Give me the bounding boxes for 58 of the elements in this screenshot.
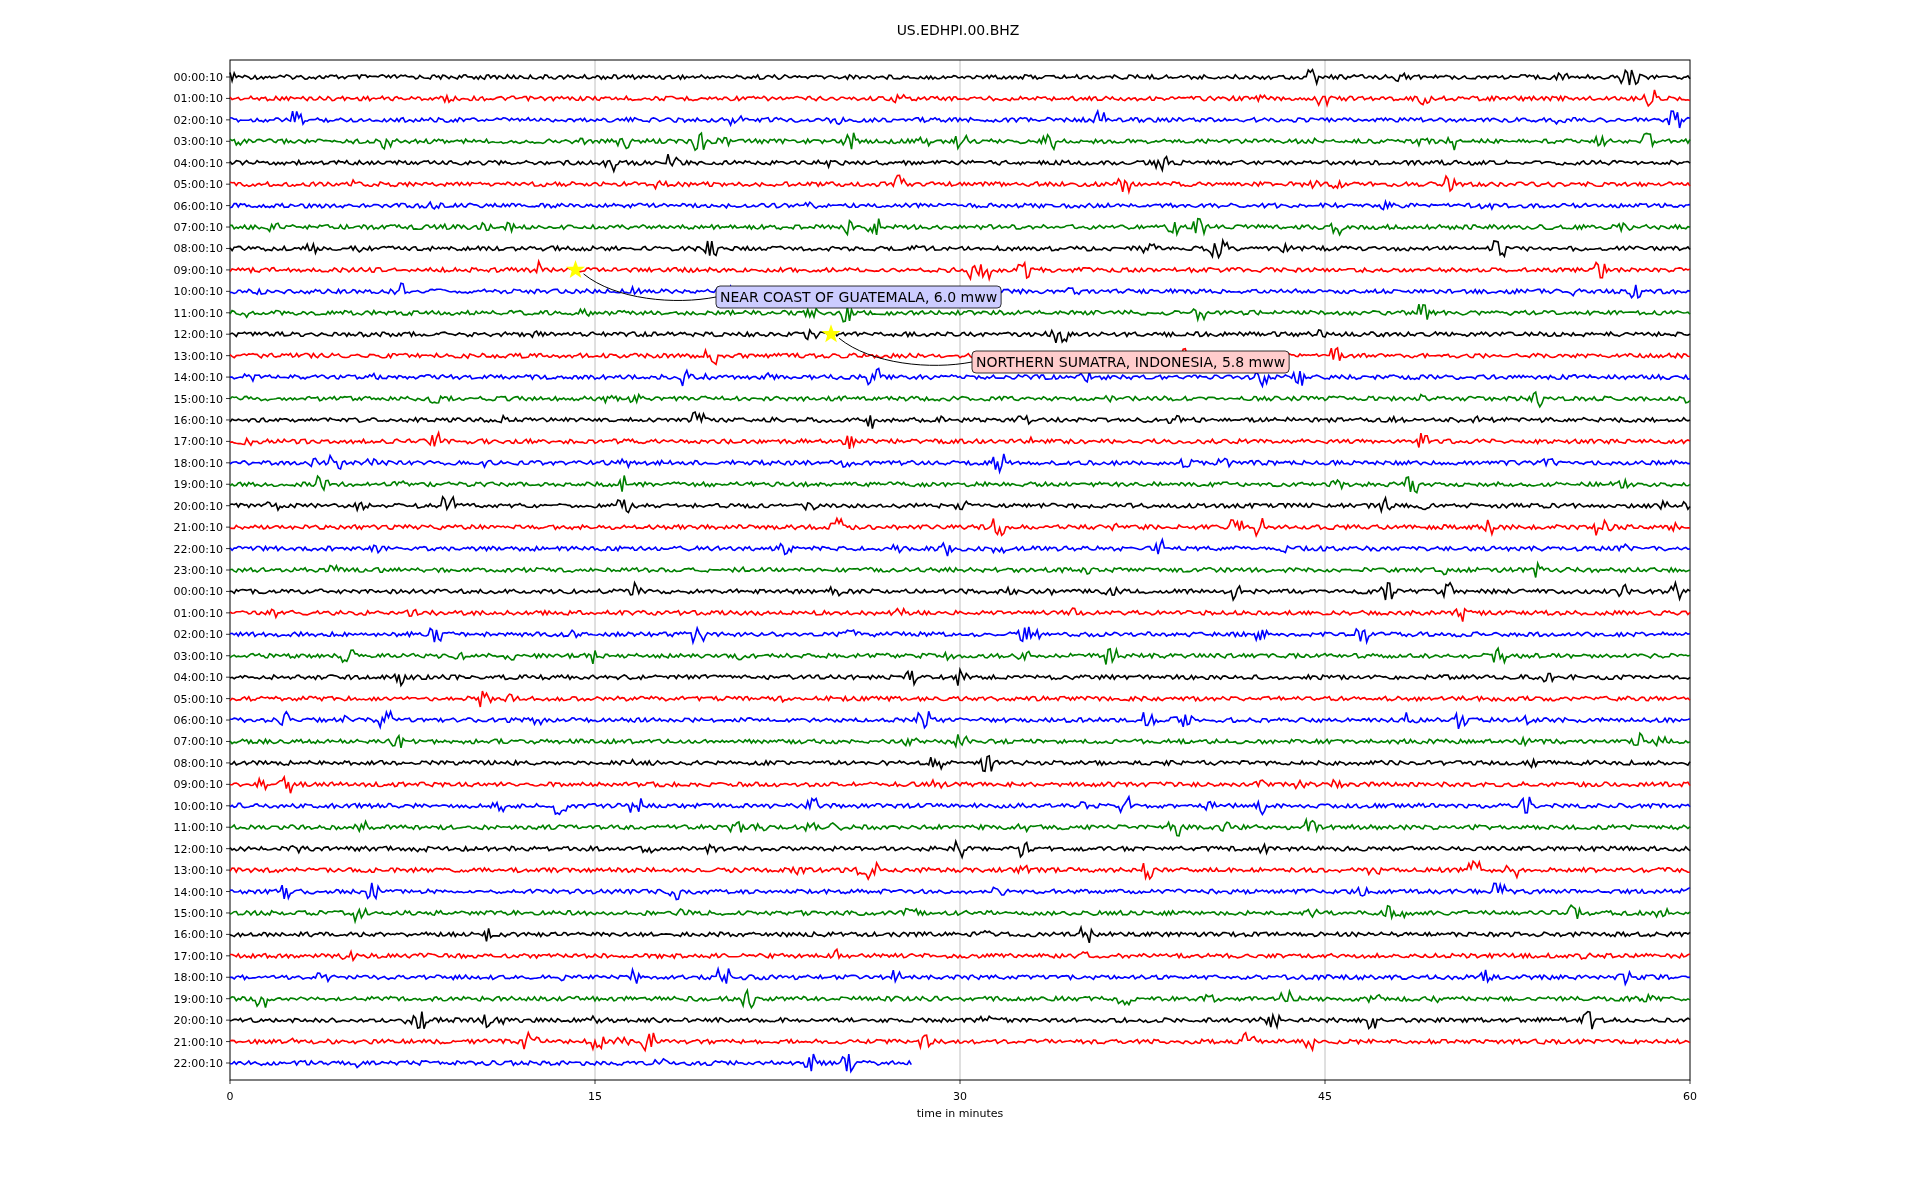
tick-label: 16:00:10 [173, 928, 223, 942]
event-annotation: NEAR COAST OF GUATEMALA, 6.0 mww [715, 285, 1002, 309]
tick-label: 14:00:10 [173, 885, 223, 899]
tick-label: 08:00:10 [173, 756, 223, 770]
tick-label: 16:00:10 [173, 413, 223, 427]
tick-label: 10:00:10 [173, 799, 223, 813]
tick-label: 02:00:10 [173, 113, 223, 127]
tick-label: 00:00:10 [173, 71, 223, 84]
tick-label: 13:00:10 [173, 349, 223, 363]
tick-label: 02:00:10 [173, 628, 223, 642]
tick-label: 06:00:10 [173, 714, 223, 728]
event-annotation: NORTHERN SUMATRA, INDONESIA, 5.8 mww [971, 350, 1290, 374]
tick-label: 07:00:10 [173, 735, 223, 749]
tick-label: 11:00:10 [173, 306, 223, 320]
tick-label: 01:00:10 [173, 92, 223, 106]
tick-label: 18:00:10 [173, 456, 223, 470]
tick-label: 19:00:10 [173, 478, 223, 492]
tick-label: 06:00:10 [173, 199, 223, 213]
tick-label: 60 [1683, 1090, 1697, 1103]
tick-label: 17:00:10 [173, 435, 223, 449]
tick-label: 18:00:10 [173, 971, 223, 985]
tick-label: 09:00:10 [173, 263, 223, 277]
plot-title: US.EDHPI.00.BHZ [896, 22, 1020, 38]
tick-label: 45 [1318, 1090, 1332, 1103]
tick-label: 05:00:10 [173, 178, 223, 192]
tick-label: 12:00:10 [173, 328, 223, 342]
tick-label: 11:00:10 [173, 821, 223, 835]
tick-label: 03:00:10 [173, 135, 223, 149]
tick-label: 23:00:10 [173, 564, 223, 577]
tick-label: 22:00:10 [173, 1057, 223, 1070]
tick-label: 00:00:10 [173, 585, 223, 599]
tick-label: 15 [588, 1090, 602, 1103]
tick-label: 19:00:10 [173, 992, 223, 1006]
tick-label: 07:00:10 [173, 221, 223, 235]
tick-label: 12:00:10 [173, 842, 223, 856]
tick-label: 20:00:10 [173, 1014, 223, 1028]
tick-label: 20:00:10 [173, 499, 223, 513]
tick-label: 10:00:10 [173, 285, 223, 299]
tick-label: 05:00:10 [173, 692, 223, 706]
tick-label: 03:00:10 [173, 649, 223, 663]
tick-label: 04:00:10 [173, 671, 223, 685]
tick-label: 15:00:10 [173, 392, 223, 406]
tick-label: 22:00:10 [173, 542, 223, 556]
tick-label: 21:00:10 [173, 521, 223, 535]
tick-label: 04:00:10 [173, 156, 223, 170]
tick-label: 30 [953, 1090, 967, 1103]
tick-label: 21:00:10 [173, 1035, 223, 1049]
tick-label: 0 [226, 1090, 234, 1103]
tick-label: 14:00:10 [173, 371, 223, 385]
tick-label: 08:00:10 [173, 242, 223, 256]
tick-label: 01:00:10 [173, 606, 223, 620]
tick-label: 09:00:10 [173, 778, 223, 792]
star-icon [821, 324, 841, 343]
tick-label: 15:00:10 [173, 906, 223, 920]
tick-label: 13:00:10 [173, 864, 223, 878]
star-icon [566, 259, 585, 278]
tick-label: 17:00:10 [173, 949, 223, 963]
axis-label: time in minutes [916, 1107, 1004, 1120]
